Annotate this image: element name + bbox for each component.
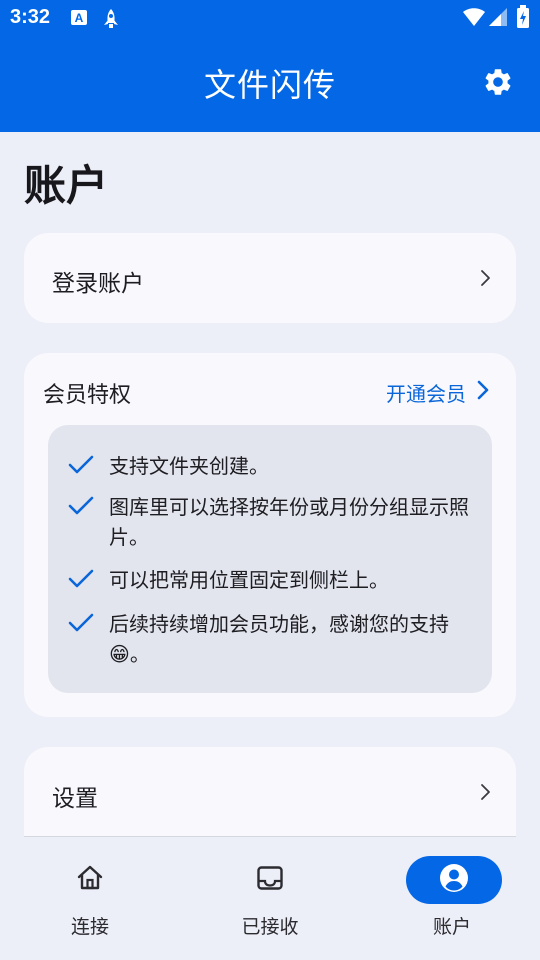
wifi-icon xyxy=(462,6,485,26)
check-icon xyxy=(68,609,94,635)
nav-icon-container xyxy=(42,856,138,904)
check-icon xyxy=(68,565,94,591)
chevron-right-icon xyxy=(476,380,490,405)
login-account-row[interactable]: 登录账户 xyxy=(24,233,516,323)
nav-label: 连接 xyxy=(70,916,109,938)
app-header: 3:32 A 文件闪传 xyxy=(0,0,540,132)
home-icon xyxy=(75,863,105,897)
inbox-icon xyxy=(255,863,285,897)
bottom-navigation: 连接 已接收 账户 xyxy=(0,837,540,960)
text-a-icon: A xyxy=(70,8,90,28)
chevron-right-icon xyxy=(476,783,494,801)
battery-icon xyxy=(516,5,536,28)
nav-icon-container xyxy=(406,856,502,904)
perk-item: 后续持续增加会员功能，感谢您的支持😁。 xyxy=(68,609,478,669)
vip-privileges-card: 会员特权 开通会员 支持文件夹创建。 图库里可以选择按年份或月份分组显示照片。 … xyxy=(24,353,516,717)
svg-text:A: A xyxy=(75,11,84,25)
status-bar: 3:32 A xyxy=(0,0,540,36)
chevron-right-icon xyxy=(476,269,494,287)
vip-title: 会员特权 xyxy=(43,383,132,408)
perk-text: 可以把常用位置固定到侧栏上。 xyxy=(109,568,389,592)
nav-item-received[interactable]: 已接收 xyxy=(180,837,360,960)
page-title: 账户 xyxy=(24,161,109,210)
nav-item-account[interactable]: 账户 xyxy=(360,837,540,960)
nav-label: 已接收 xyxy=(241,916,299,938)
nav-item-connect[interactable]: 连接 xyxy=(0,837,180,960)
vip-perks-box: 支持文件夹创建。 图库里可以选择按年份或月份分组显示照片。 可以把常用位置固定到… xyxy=(48,425,492,693)
settings-label: 设置 xyxy=(52,786,98,812)
open-vip-link[interactable]: 开通会员 xyxy=(386,378,490,407)
account-icon xyxy=(438,862,470,898)
gear-icon xyxy=(482,66,514,102)
settings-button[interactable] xyxy=(478,64,518,104)
perk-item: 可以把常用位置固定到侧栏上。 xyxy=(68,565,478,595)
perk-item: 图库里可以选择按年份或月份分组显示照片。 xyxy=(68,492,478,552)
login-account-label: 登录账户 xyxy=(52,271,144,297)
nav-label: 账户 xyxy=(432,916,471,938)
perk-item: 支持文件夹创建。 xyxy=(68,451,478,481)
rocket-icon xyxy=(102,8,122,28)
perk-text: 图库里可以选择按年份或月份分组显示照片。 xyxy=(109,495,469,549)
check-icon xyxy=(68,492,94,518)
nav-icon-container xyxy=(222,856,318,904)
signal-icon xyxy=(488,6,508,26)
status-time: 3:32 xyxy=(10,6,51,28)
app-title: 文件闪传 xyxy=(203,66,336,104)
perk-text: 后续持续增加会员功能，感谢您的支持😁。 xyxy=(109,612,449,666)
check-icon xyxy=(68,451,94,477)
perk-text: 支持文件夹创建。 xyxy=(109,454,269,478)
open-vip-label: 开通会员 xyxy=(386,382,466,406)
